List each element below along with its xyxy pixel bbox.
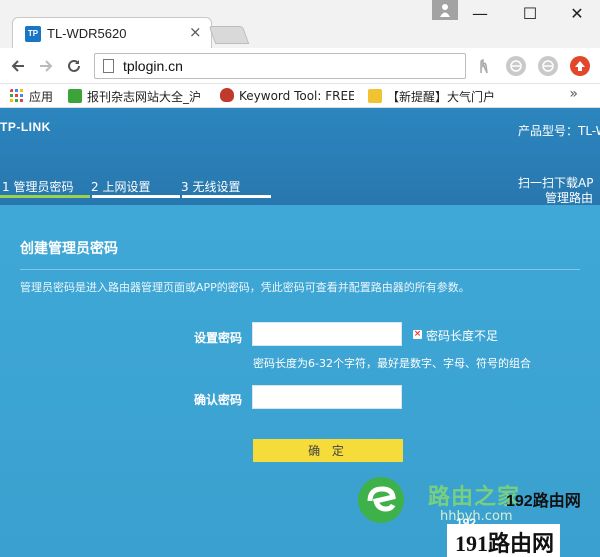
page-icon <box>103 59 114 73</box>
back-arrow-icon[interactable] <box>6 54 30 78</box>
watermark-url: hhbyh.com <box>440 509 513 524</box>
password-error-text: 密码长度不足 <box>426 329 499 343</box>
step-wireless-setup: 3 无线设置 <box>181 180 241 194</box>
watermark-big-brand: 191路由网 <box>447 524 561 557</box>
user-icon <box>440 4 450 17</box>
trophy-icon <box>368 89 382 103</box>
reload-icon[interactable] <box>62 54 86 78</box>
browser-toolbar: tplogin.cn <box>0 48 600 84</box>
browser-titlebar: TP TL-WDR5620 × — ☐ ✕ <box>0 0 600 48</box>
confirm-password-input[interactable] <box>252 385 402 409</box>
bookmark-label: Keyword Tool: FREE <box>239 89 354 103</box>
step-admin-password: 1 管理员密码 <box>2 180 74 194</box>
browser-tab[interactable]: TP TL-WDR5620 × <box>12 17 212 48</box>
green-check-icon <box>68 89 82 103</box>
extension-grey-icon-2[interactable] <box>538 56 558 76</box>
bookmark-label: 【新提醒】大气门户 <box>387 90 496 104</box>
bookmarks-bar: 应用 报刊杂志网站大全_沪 Keyword Tool: FREE 【新提醒】大气… <box>0 84 600 108</box>
extension-grey-icon-1[interactable] <box>506 56 526 76</box>
tab-title: TL-WDR5620 <box>47 26 127 41</box>
panel-title: 创建管理员密码 <box>20 241 118 257</box>
step-progress-3 <box>182 195 271 198</box>
step-internet-setup: 2 上网设置 <box>91 180 151 194</box>
minimize-button[interactable]: — <box>465 2 495 26</box>
tplink-logo: TP-LINK <box>0 120 51 134</box>
step-progress-2 <box>92 195 180 198</box>
router-header: TP-LINK 产品型号：TL-W 1 管理员密码 2 上网设置 3 无线设置 … <box>0 108 600 220</box>
bookmarks-more-icon[interactable]: » <box>569 86 578 102</box>
watermark-192-brand: 192路由网 <box>506 493 581 510</box>
error-icon: × <box>413 329 422 339</box>
qr-line-2: 管理路由 <box>545 191 594 205</box>
close-window-button[interactable]: ✕ <box>562 2 592 26</box>
address-bar[interactable]: tplogin.cn <box>94 53 466 79</box>
confirm-button[interactable]: 确 定 <box>253 439 403 462</box>
extension-upload-icon[interactable] <box>570 56 590 76</box>
bookmark-dqmh[interactable]: 【新提醒】大气门户 <box>368 88 502 104</box>
extension-hand-icon[interactable] <box>474 56 494 76</box>
step-progress-active <box>0 195 90 198</box>
password-hint: 密码长度为6-32个字符，最好是数字、字母、符号的组合 <box>253 357 531 370</box>
product-model: 产品型号：TL-W <box>518 124 600 138</box>
admin-password-panel: 创建管理员密码 管理员密码是进入路由器管理页面或APP的密码，凭此密码可查看并配… <box>0 205 600 557</box>
watermark-logo-icon <box>358 477 404 523</box>
user-profile-button[interactable] <box>432 0 458 20</box>
maximize-button[interactable]: ☐ <box>515 2 545 26</box>
bookmark-magazine[interactable]: 报刊杂志网站大全_沪 <box>68 88 208 104</box>
bookmark-label: 报刊杂志网站大全_沪 <box>87 90 202 104</box>
tab-close-icon[interactable]: × <box>189 23 202 41</box>
bookmark-keyword-tool[interactable]: Keyword Tool: FREE <box>220 88 354 104</box>
confirm-password-label: 确认密码 <box>193 393 242 407</box>
apps-grid-icon <box>10 89 23 102</box>
address-text: tplogin.cn <box>123 58 183 74</box>
forward-arrow-icon[interactable] <box>34 54 58 78</box>
panel-description: 管理员密码是进入路由器管理页面或APP的密码，凭此密码可查看并配置路由器的所有参… <box>20 281 470 294</box>
password-label: 设置密码 <box>193 331 242 345</box>
title-divider <box>20 269 580 270</box>
flame-icon <box>220 88 234 102</box>
password-input[interactable] <box>252 322 402 346</box>
qr-line-1: 扫一扫下载AP <box>518 176 594 190</box>
tplink-favicon-icon: TP <box>25 26 41 42</box>
bookmark-label: 应用 <box>29 90 54 104</box>
bookmark-apps[interactable]: 应用 <box>10 88 53 104</box>
new-tab-button[interactable] <box>208 26 250 44</box>
